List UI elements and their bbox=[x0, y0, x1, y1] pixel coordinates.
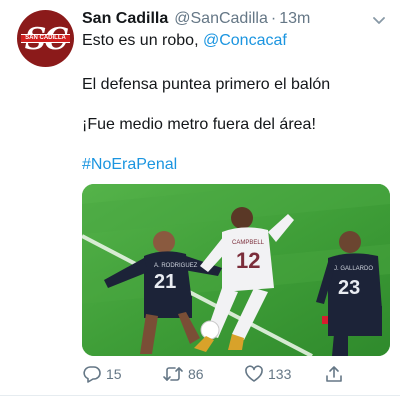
player-right-name: J. GALLARDO bbox=[334, 266, 373, 272]
football-scene-image: A. RODRIGUEZ 21 CAMPBELL 12 J. GALLARDO … bbox=[82, 184, 390, 356]
reply-icon bbox=[83, 366, 101, 383]
tweet-media-photo[interactable]: A. RODRIGUEZ 21 CAMPBELL 12 J. GALLARDO … bbox=[82, 184, 390, 356]
player-left-name: A. RODRIGUEZ bbox=[154, 263, 198, 269]
retweet-icon bbox=[163, 367, 183, 381]
like-button[interactable]: 133 bbox=[244, 362, 291, 386]
retweet-count: 86 bbox=[188, 366, 204, 382]
tweet-actions: 15 86 133 bbox=[82, 362, 382, 386]
like-count: 133 bbox=[268, 366, 292, 382]
player-right-number: 23 bbox=[338, 277, 360, 299]
mention-link[interactable]: @Concacaf bbox=[203, 32, 287, 49]
hashtag-link[interactable]: #NoEraPenal bbox=[82, 154, 388, 176]
user-handle[interactable]: @SanCadilla bbox=[174, 8, 268, 30]
reply-button[interactable]: 15 bbox=[82, 362, 122, 386]
tweet-content: San Cadilla @SanCadilla · 13m Esto es un… bbox=[82, 8, 388, 176]
like-icon bbox=[245, 365, 263, 382]
player-left-number: 21 bbox=[154, 271, 176, 293]
player-center-name: CAMPBELL bbox=[232, 240, 265, 246]
tweet-text-line-1: Esto es un robo, @Concacaf bbox=[82, 30, 388, 52]
share-icon bbox=[326, 366, 342, 382]
reply-count: 15 bbox=[106, 366, 122, 382]
tweet-text-line-2: El defensa puntea primero el balón bbox=[82, 76, 331, 93]
player-center-number: 12 bbox=[236, 248, 260, 273]
tweet-header: San Cadilla @SanCadilla · 13m bbox=[82, 8, 388, 30]
retweet-button[interactable]: 86 bbox=[162, 362, 204, 386]
caret-down-icon[interactable] bbox=[370, 14, 388, 28]
share-button[interactable] bbox=[324, 362, 344, 386]
tweet-timestamp[interactable]: 13m bbox=[279, 8, 310, 30]
avatar[interactable]: SC SAN CADILLA bbox=[17, 10, 74, 67]
tweet-text-line-3: ¡Fue medio metro fuera del área! bbox=[82, 116, 316, 133]
avatar-logo-band: SAN CADILLA bbox=[21, 34, 70, 43]
tweet-card[interactable]: SC SAN CADILLA San Cadilla @SanCadilla ·… bbox=[0, 0, 400, 396]
separator-dot: · bbox=[270, 10, 277, 27]
display-name[interactable]: San Cadilla bbox=[82, 8, 168, 30]
tweet-text: Esto es un robo, bbox=[82, 32, 203, 49]
